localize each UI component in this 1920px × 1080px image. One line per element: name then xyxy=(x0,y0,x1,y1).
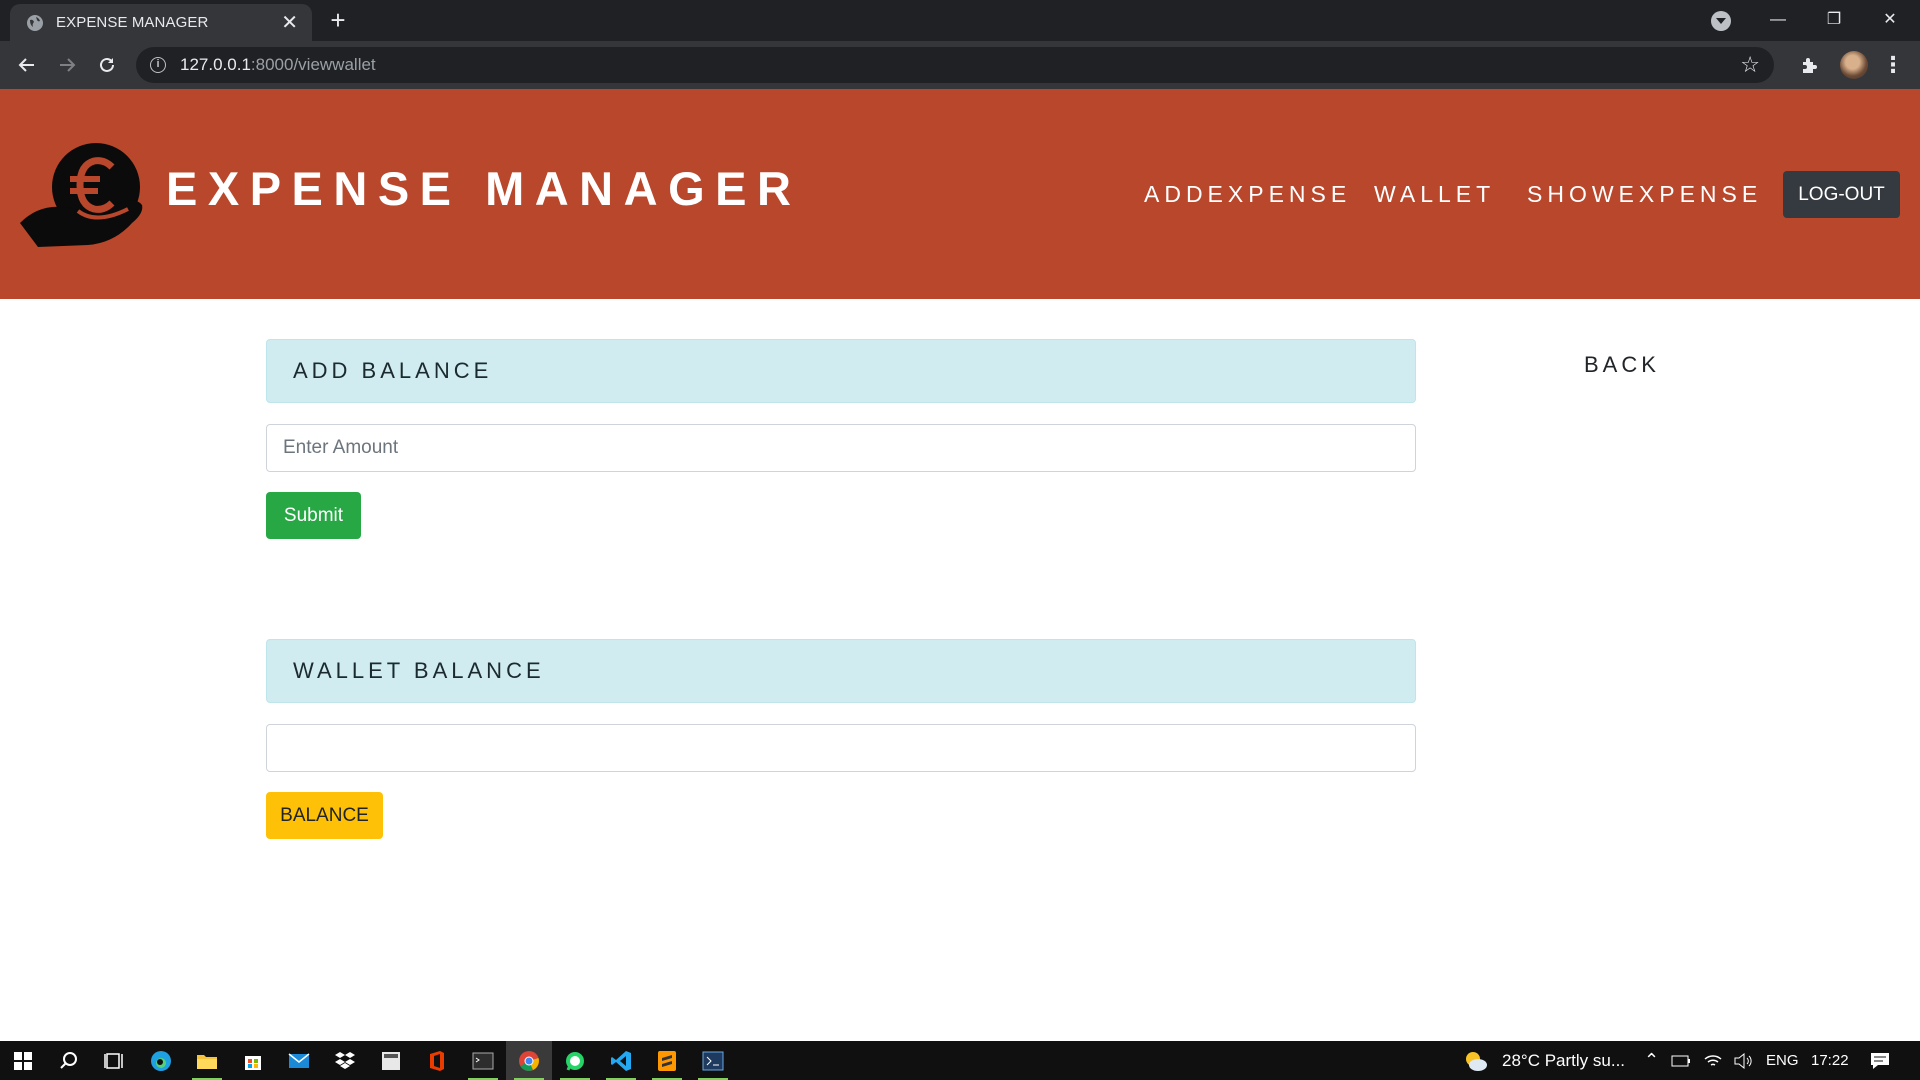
enter-amount-input[interactable] xyxy=(266,424,1416,472)
tab-close-icon[interactable]: ✕ xyxy=(281,13,298,33)
chrome-icon[interactable] xyxy=(506,1041,552,1080)
wifi-icon[interactable] xyxy=(1698,1041,1728,1080)
wallet-balance-heading: WALLET BALANCE xyxy=(266,639,1416,703)
whatsapp-icon[interactable] xyxy=(552,1041,598,1080)
app-window-icon[interactable] xyxy=(690,1041,736,1080)
chevron-up-icon[interactable]: ⌃ xyxy=(1644,1041,1659,1080)
notification-center-icon[interactable] xyxy=(1862,1041,1898,1080)
forward-arrow-icon[interactable] xyxy=(51,49,83,81)
url-host: 127.0.0.1 xyxy=(180,55,251,74)
reload-icon[interactable] xyxy=(91,49,123,81)
search-icon[interactable] xyxy=(46,1041,92,1080)
kebab-menu-icon[interactable]: ⋮ xyxy=(1882,49,1904,81)
globe-icon xyxy=(27,14,43,31)
volume-icon[interactable] xyxy=(1728,1041,1758,1080)
office-icon[interactable] xyxy=(414,1041,460,1080)
windows-taskbar: 28°C Partly su... ⌃ ENG 17:22 xyxy=(0,1041,1920,1080)
tab-title: EXPENSE MANAGER xyxy=(56,14,209,31)
nav-wallet-link[interactable]: WALLET xyxy=(1374,181,1495,208)
sublime-text-icon[interactable] xyxy=(644,1041,690,1080)
add-balance-heading: ADD BALANCE xyxy=(266,339,1416,403)
tab-search-icon[interactable] xyxy=(1711,11,1731,31)
dropbox-icon[interactable] xyxy=(322,1041,368,1080)
task-view-icon[interactable] xyxy=(92,1041,138,1080)
weather-text[interactable]: 28°C Partly su... xyxy=(1502,1041,1625,1080)
browser-tab[interactable]: EXPENSE MANAGER ✕ xyxy=(10,4,312,41)
edge-browser-icon[interactable] xyxy=(138,1041,184,1080)
bookmark-star-icon[interactable]: ☆ xyxy=(1740,52,1760,78)
windows-start-icon[interactable] xyxy=(0,1041,46,1080)
brand-title: EXPENSE MANAGER xyxy=(166,162,802,215)
back-link[interactable]: BACK xyxy=(1584,352,1660,378)
weather-icon[interactable] xyxy=(1456,1041,1496,1080)
site-info-icon[interactable]: i xyxy=(150,57,166,73)
browser-tab-strip: EXPENSE MANAGER ✕ + — ❐ ✕ xyxy=(0,0,1920,41)
page-viewport: EXPENSE MANAGER ADDEXPENSE WALLET SHOWEX… xyxy=(0,89,1920,1041)
battery-icon[interactable] xyxy=(1666,1041,1696,1080)
browser-toolbar: i 127.0.0.1:8000/viewwallet ☆ ⋮ xyxy=(0,41,1920,89)
new-tab-button[interactable]: + xyxy=(324,6,352,34)
calculator-app-icon[interactable] xyxy=(368,1041,414,1080)
mail-icon[interactable] xyxy=(276,1041,322,1080)
file-explorer-icon[interactable] xyxy=(184,1041,230,1080)
site-header: EXPENSE MANAGER ADDEXPENSE WALLET SHOWEX… xyxy=(0,89,1920,299)
restore-button[interactable]: ❐ xyxy=(1806,0,1862,41)
store-icon[interactable] xyxy=(230,1041,276,1080)
close-window-button[interactable]: ✕ xyxy=(1862,0,1918,41)
back-arrow-icon[interactable] xyxy=(11,49,43,81)
clock-time[interactable]: 17:22 xyxy=(1811,1041,1849,1080)
puzzle-extensions-icon[interactable] xyxy=(1798,53,1822,77)
balance-button[interactable]: BALANCE xyxy=(266,792,383,839)
address-bar[interactable]: i 127.0.0.1:8000/viewwallet ☆ xyxy=(136,47,1774,83)
profile-avatar[interactable] xyxy=(1840,51,1868,79)
vscode-icon[interactable] xyxy=(598,1041,644,1080)
euro-hand-logo-icon xyxy=(20,143,143,247)
language-indicator[interactable]: ENG xyxy=(1766,1041,1799,1080)
submit-button[interactable]: Submit xyxy=(266,492,361,539)
logout-button[interactable]: LOG-OUT xyxy=(1783,171,1900,218)
wallet-balance-field[interactable] xyxy=(266,724,1416,772)
terminal-icon[interactable] xyxy=(460,1041,506,1080)
url-path: :8000/viewwallet xyxy=(250,55,376,74)
nav-addexpense-link[interactable]: ADDEXPENSE xyxy=(1144,181,1351,208)
nav-showexpense-link[interactable]: SHOWEXPENSE xyxy=(1527,181,1762,208)
minimize-button[interactable]: — xyxy=(1750,0,1806,41)
